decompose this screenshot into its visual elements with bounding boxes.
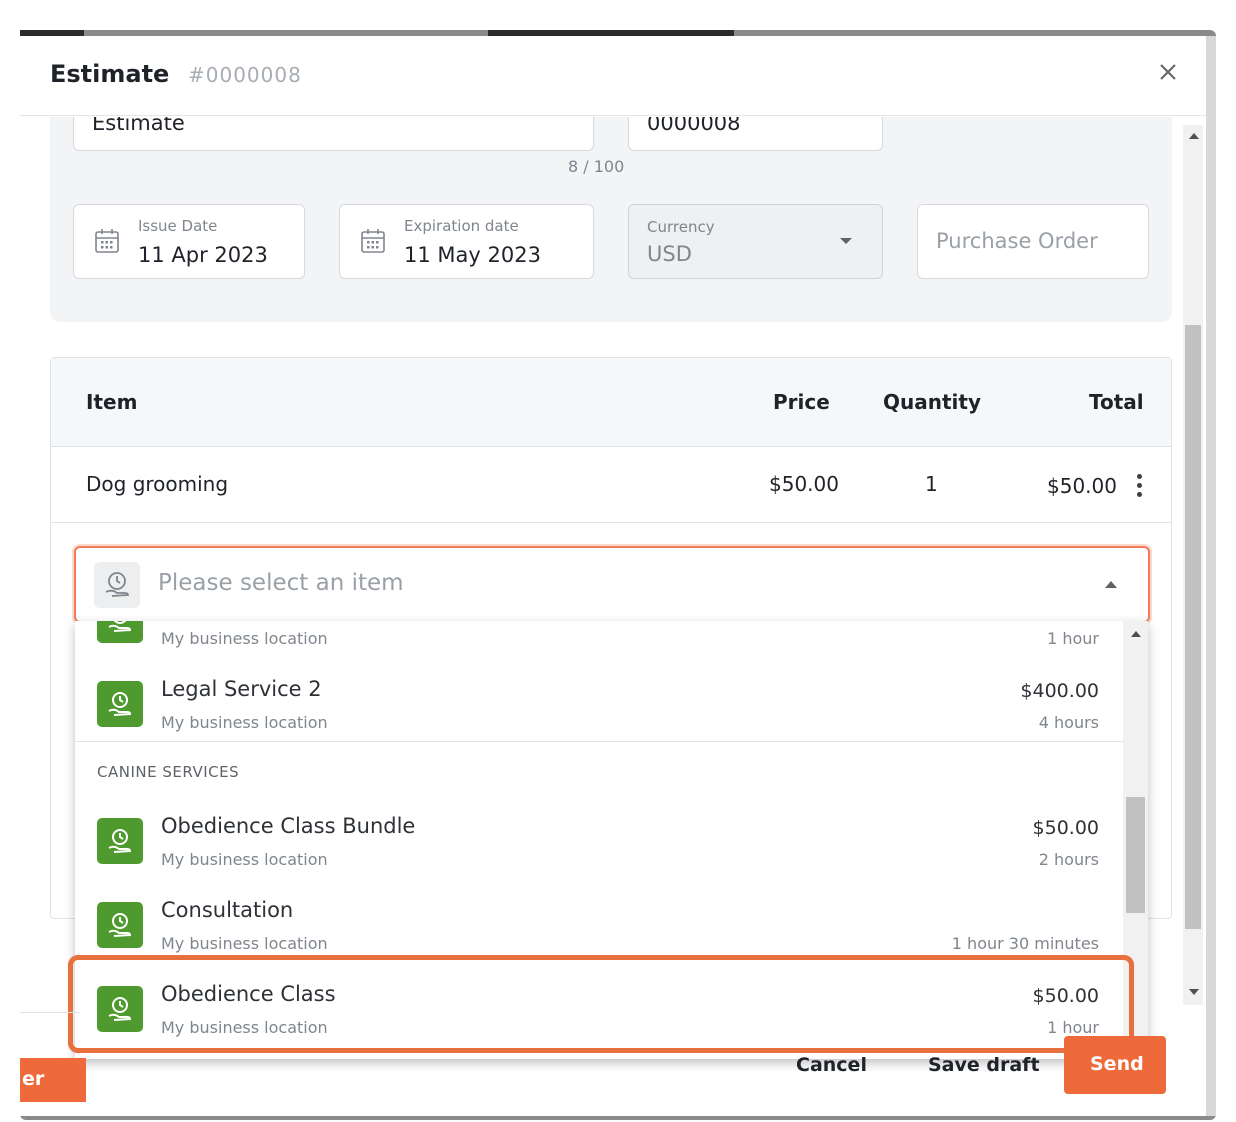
- modal-title: Estimate: [50, 60, 170, 88]
- modal-header: Estimate #0000008: [20, 36, 1206, 116]
- title-field[interactable]: Estimate: [73, 117, 594, 151]
- send-button-label: Send: [1090, 1053, 1144, 1075]
- row-total: $50.00: [1047, 474, 1117, 498]
- service-icon: [97, 818, 143, 864]
- option-location: My business location: [161, 1018, 328, 1037]
- calendar-icon: [95, 229, 119, 253]
- purchase-order-input[interactable]: Purchase Order: [917, 204, 1149, 279]
- dropdown-option[interactable]: My business location 1 hour: [75, 621, 1123, 663]
- option-duration: 4 hours: [1038, 713, 1099, 732]
- option-price: $400.00: [1020, 680, 1099, 702]
- more-options-icon[interactable]: [1135, 474, 1143, 502]
- row-quantity: 1: [925, 472, 938, 496]
- dropdown-option[interactable]: Consultation My business location 1 hour…: [75, 884, 1123, 968]
- cancel-button[interactable]: Cancel: [796, 1054, 867, 1076]
- chevron-up-icon: [1105, 581, 1117, 588]
- option-duration: 2 hours: [1038, 850, 1099, 869]
- option-duration: 1 hour: [1047, 629, 1099, 648]
- option-name: Obedience Class: [161, 982, 336, 1006]
- service-icon: [97, 902, 143, 948]
- option-price: $50.00: [1032, 985, 1099, 1007]
- column-header-price: Price: [773, 390, 830, 414]
- issue-date-value: 11 Apr 2023: [138, 243, 268, 267]
- details-panel: Estimate 8 / 100 0000008 Issue Date 11 A…: [50, 117, 1172, 322]
- table-header: Item Price Quantity Total: [51, 358, 1171, 447]
- option-location: My business location: [161, 713, 328, 732]
- close-icon[interactable]: [1156, 60, 1180, 84]
- issue-date-label: Issue Date: [138, 217, 218, 235]
- dropdown-option[interactable]: Legal Service 2 My business location $40…: [75, 663, 1123, 747]
- scroll-up-icon[interactable]: [1131, 631, 1141, 637]
- row-price: $50.00: [769, 472, 839, 496]
- table-row[interactable]: Dog grooming $50.00 1 $50.00: [51, 448, 1171, 523]
- estimate-number: #0000008: [188, 63, 302, 87]
- expiration-date-value: 11 May 2023: [404, 243, 541, 267]
- currency-label: Currency: [647, 218, 715, 236]
- column-header-total: Total: [1089, 390, 1144, 414]
- row-item-name: Dog grooming: [86, 472, 229, 496]
- issue-date-field[interactable]: Issue Date 11 Apr 2023: [73, 204, 305, 279]
- column-header-item: Item: [86, 390, 138, 414]
- service-icon: [97, 681, 143, 727]
- modal-scrollbar-thumb[interactable]: [1185, 325, 1201, 929]
- save-draft-button[interactable]: Save draft: [928, 1054, 1040, 1076]
- estimate-number-value: 0000008: [647, 117, 741, 135]
- option-name: Legal Service 2: [161, 677, 322, 701]
- option-name: Consultation: [161, 898, 294, 922]
- scroll-up-icon[interactable]: [1189, 133, 1199, 139]
- calendar-icon: [361, 229, 385, 253]
- option-price: $50.00: [1032, 817, 1099, 839]
- item-select[interactable]: Please select an item: [74, 546, 1150, 623]
- scroll-down-icon[interactable]: [1189, 989, 1199, 995]
- currency-value: USD: [647, 242, 692, 266]
- estimate-number-field[interactable]: 0000008: [628, 117, 883, 151]
- option-location: My business location: [161, 629, 328, 648]
- send-button[interactable]: Send: [1064, 1036, 1166, 1094]
- column-header-quantity: Quantity: [883, 390, 981, 414]
- purchase-order-placeholder: Purchase Order: [936, 229, 1098, 253]
- background-panel: [1206, 36, 1216, 1116]
- group-divider: [75, 741, 1123, 742]
- service-icon: [97, 986, 143, 1032]
- option-location: My business location: [161, 934, 328, 953]
- service-icon: [97, 621, 143, 643]
- chevron-down-icon: [840, 238, 852, 244]
- footer-divider: [20, 1012, 80, 1013]
- title-field-value: Estimate: [92, 117, 185, 135]
- title-char-count: 8 / 100: [568, 157, 625, 176]
- option-location: My business location: [161, 850, 328, 869]
- item-select-placeholder: Please select an item: [158, 570, 404, 596]
- currency-select[interactable]: Currency USD: [628, 204, 883, 279]
- group-label: CANINE SERVICES: [97, 763, 240, 781]
- option-duration: 1 hour: [1047, 1018, 1099, 1037]
- dropdown-option[interactable]: Obedience Class Bundle My business locat…: [75, 800, 1123, 884]
- service-icon: [94, 562, 140, 608]
- option-name: Obedience Class Bundle: [161, 814, 416, 838]
- left-footer-button-label: er: [22, 1068, 45, 1090]
- expiration-date-field[interactable]: Expiration date 11 May 2023: [339, 204, 594, 279]
- dropdown-scrollbar-thumb[interactable]: [1126, 797, 1145, 913]
- left-footer-button[interactable]: er: [20, 1058, 86, 1102]
- option-duration: 1 hour 30 minutes: [951, 934, 1099, 953]
- expiration-date-label: Expiration date: [404, 217, 519, 235]
- item-dropdown: My business location 1 hour Legal Servic…: [75, 621, 1148, 1059]
- dropdown-option-obedience-class[interactable]: Obedience Class My business location $50…: [75, 968, 1123, 1052]
